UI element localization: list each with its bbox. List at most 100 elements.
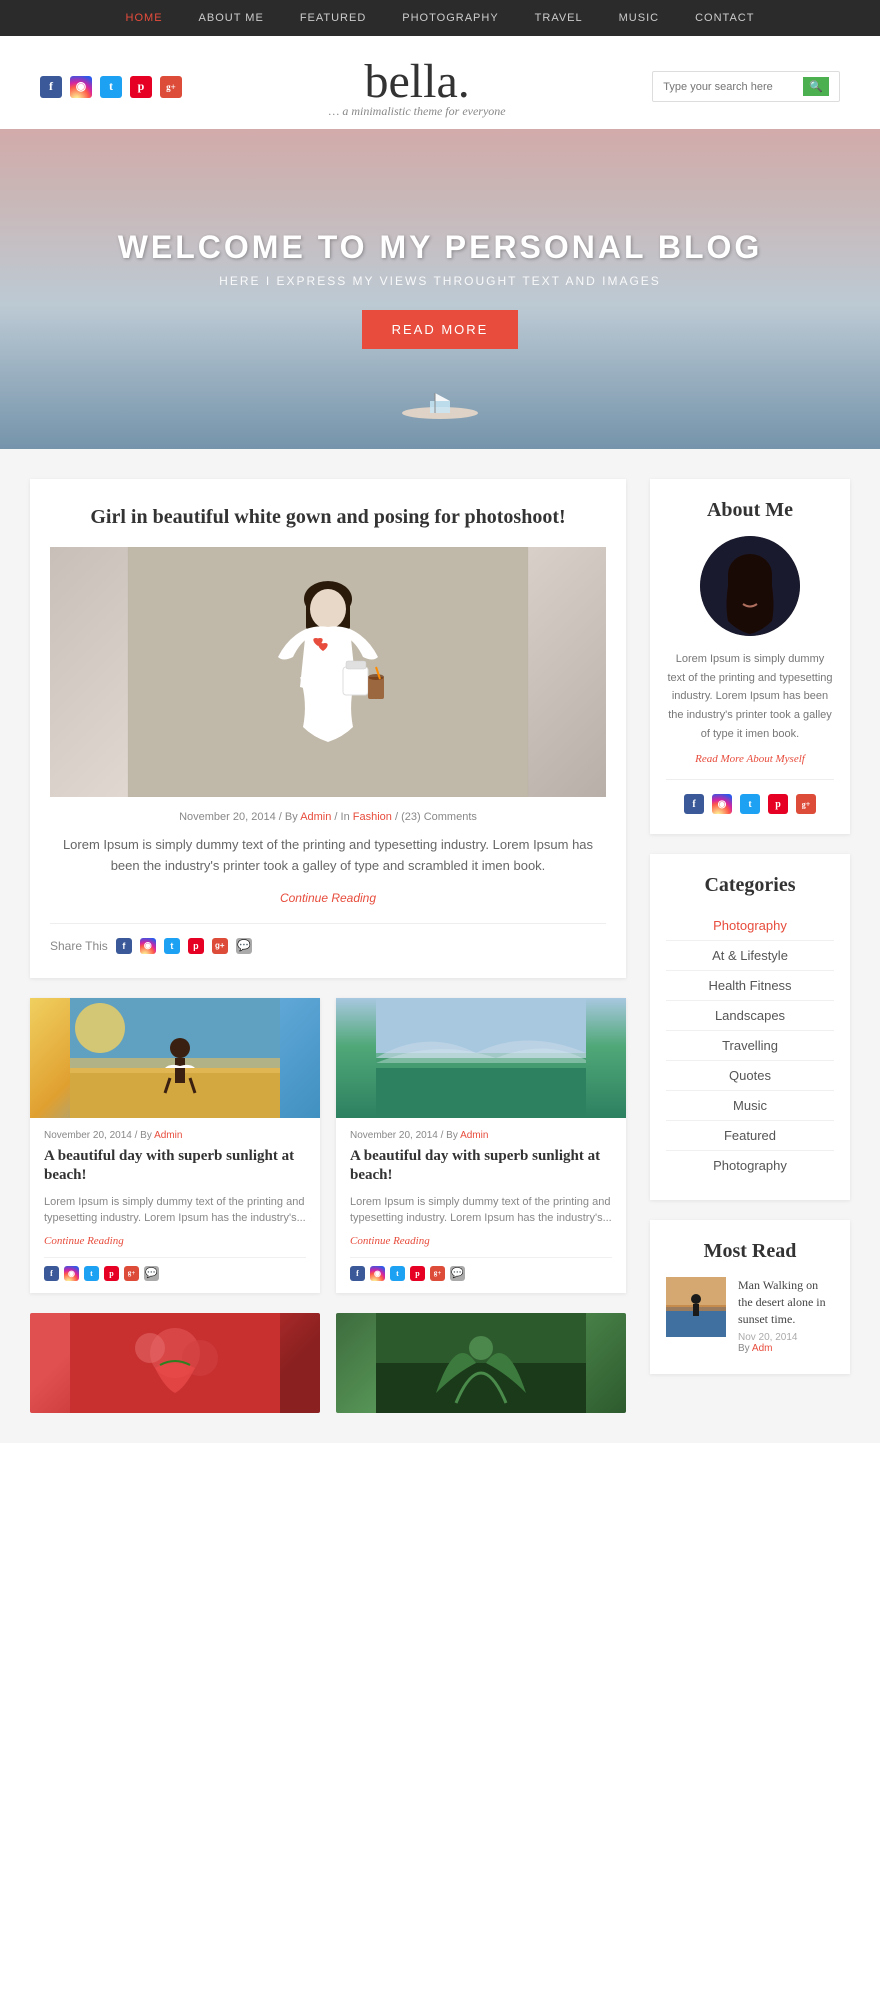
sc1-tw-icon[interactable]: t: [84, 1266, 99, 1281]
search-button[interactable]: 🔍: [803, 77, 829, 96]
nav-travel[interactable]: TRAVEL: [517, 12, 601, 24]
sidebar-social-icons: f ◉ t p g+: [666, 779, 834, 814]
category-item-photography[interactable]: Photography: [666, 911, 834, 941]
logo-area: bella. … a minimalistic theme for everyo…: [182, 54, 652, 119]
article-image: [50, 547, 606, 797]
small-card-share-1: f ◉ t p g+ 💬: [44, 1257, 306, 1281]
instagram-icon[interactable]: ◉: [70, 76, 92, 98]
share-bar: Share This f ◉ t p g+ 💬: [50, 923, 606, 954]
small-article-card-1: November 20, 2014 / By Admin A beautiful…: [30, 998, 320, 1293]
featured-article-card: Girl in beautiful white gown and posing …: [30, 479, 626, 978]
sc2-ig-icon[interactable]: ◉: [370, 1266, 385, 1281]
category-item-landscapes[interactable]: Landscapes: [666, 1001, 834, 1031]
nav-contact[interactable]: CONTACT: [677, 12, 772, 24]
hero-boat-illustration: [400, 391, 480, 419]
category-item-health-fitness[interactable]: Health Fitness: [666, 971, 834, 1001]
most-read-by-1: By Adm: [738, 1343, 834, 1354]
share-twitter-icon[interactable]: t: [164, 938, 180, 954]
nav-music[interactable]: MUSIC: [601, 12, 677, 24]
sc1-ig-icon[interactable]: ◉: [64, 1266, 79, 1281]
small-card-share-2: f ◉ t p g+ 💬: [350, 1257, 612, 1281]
sc2-fb-icon[interactable]: f: [350, 1266, 365, 1281]
sc2-tw-icon[interactable]: t: [390, 1266, 405, 1281]
sc1-chat-icon[interactable]: 💬: [144, 1266, 159, 1281]
header-social-icons: f ◉ t p g+: [40, 76, 182, 98]
sc2-gp-icon[interactable]: g+: [430, 1266, 445, 1281]
nav-about[interactable]: ABOUT ME: [181, 12, 282, 24]
category-item-featured[interactable]: Featured: [666, 1121, 834, 1151]
site-tagline: … a minimalistic theme for everyone: [182, 104, 652, 119]
nav-home[interactable]: HOME: [108, 12, 181, 24]
bottom-thumbnail-2[interactable]: [336, 1313, 626, 1413]
most-read-author-link-1[interactable]: Adm: [752, 1343, 773, 1354]
share-facebook-icon[interactable]: f: [116, 938, 132, 954]
most-read-info-1: Man Walking on the desert alone in sunse…: [738, 1277, 834, 1353]
small-article-image-1: [30, 998, 320, 1118]
sidebar-ig-icon[interactable]: ◉: [712, 794, 732, 814]
bottom-thumbnail-1[interactable]: [30, 1313, 320, 1413]
continue-reading-link[interactable]: Continue Reading: [50, 891, 606, 905]
most-read-box: Most Read Man Walking on the desert alon…: [650, 1220, 850, 1373]
hero-read-more-button[interactable]: READ MORE: [362, 310, 519, 349]
sc2-pi-icon[interactable]: p: [410, 1266, 425, 1281]
search-input[interactable]: [663, 81, 803, 93]
sidebar-fb-icon[interactable]: f: [684, 794, 704, 814]
site-logo[interactable]: bella.: [182, 54, 652, 109]
small-card-continue-1[interactable]: Continue Reading: [44, 1235, 306, 1247]
category-item-music[interactable]: Music: [666, 1091, 834, 1121]
site-header: f ◉ t p g+ bella. … a minimalistic theme…: [0, 36, 880, 129]
categories-list: Photography At & Lifestyle Health Fitnes…: [666, 911, 834, 1180]
article-category-link[interactable]: Fashion: [353, 811, 392, 823]
category-item-art-lifestyle[interactable]: At & Lifestyle: [666, 941, 834, 971]
right-sidebar: About Me Lorem Ipsum is simply: [650, 479, 850, 1413]
sidebar-tw-icon[interactable]: t: [740, 794, 760, 814]
hero-title: WELCOME TO MY PERSONAL BLOG: [118, 229, 763, 266]
sc1-pi-icon[interactable]: p: [104, 1266, 119, 1281]
about-read-more-link[interactable]: Read More About Myself: [666, 753, 834, 765]
about-me-title: About Me: [666, 499, 834, 522]
search-box: 🔍: [652, 71, 840, 102]
twitter-icon[interactable]: t: [100, 76, 122, 98]
pinterest-icon[interactable]: p: [130, 76, 152, 98]
small-card-meta-2: November 20, 2014 / By Admin: [350, 1130, 612, 1141]
small-card-excerpt-1: Lorem Ipsum is simply dummy text of the …: [44, 1194, 306, 1227]
category-item-travelling[interactable]: Travelling: [666, 1031, 834, 1061]
article-excerpt: Lorem Ipsum is simply dummy text of the …: [50, 835, 606, 877]
category-item-quotes[interactable]: Quotes: [666, 1061, 834, 1091]
small-card-excerpt-2: Lorem Ipsum is simply dummy text of the …: [350, 1194, 612, 1227]
facebook-icon[interactable]: f: [40, 76, 62, 98]
small-article-image-2: [336, 998, 626, 1118]
categories-box: Categories Photography At & Lifestyle He…: [650, 854, 850, 1200]
most-read-image-1: [666, 1277, 726, 1337]
sidebar-pi-icon[interactable]: p: [768, 794, 788, 814]
share-googleplus-icon[interactable]: g+: [212, 938, 228, 954]
sidebar-gp-icon[interactable]: g+: [796, 794, 816, 814]
hero-section: WELCOME TO MY PERSONAL BLOG HERE I EXPRE…: [0, 129, 880, 449]
most-read-date-1: Nov 20, 2014: [738, 1332, 834, 1343]
about-avatar: [700, 536, 800, 636]
small-card-continue-2[interactable]: Continue Reading: [350, 1235, 612, 1247]
most-read-title: Most Read: [666, 1240, 834, 1263]
category-item-photography2[interactable]: Photography: [666, 1151, 834, 1180]
small-card-title-1: A beautiful day with superb sunlight at …: [44, 1147, 306, 1186]
nav-photography[interactable]: PHOTOGRAPHY: [384, 12, 516, 24]
small-card-meta-1: November 20, 2014 / By Admin: [44, 1130, 306, 1141]
small-card-body-2: November 20, 2014 / By Admin A beautiful…: [336, 1118, 626, 1293]
share-pinterest-icon[interactable]: p: [188, 938, 204, 954]
small-card-author-1[interactable]: Admin: [154, 1130, 182, 1141]
category-link-photography[interactable]: Photography: [713, 918, 787, 933]
most-read-item-1: Man Walking on the desert alone in sunse…: [666, 1277, 834, 1353]
nav-featured[interactable]: FEATURED: [282, 12, 384, 24]
sc2-chat-icon[interactable]: 💬: [450, 1266, 465, 1281]
article-title: Girl in beautiful white gown and posing …: [50, 503, 606, 531]
share-instagram-icon[interactable]: ◉: [140, 938, 156, 954]
sc1-gp-icon[interactable]: g+: [124, 1266, 139, 1281]
top-nav: HOME ABOUT ME FEATURED PHOTOGRAPHY TRAVE…: [0, 0, 880, 36]
share-chat-icon[interactable]: 💬: [236, 938, 252, 954]
sc1-fb-icon[interactable]: f: [44, 1266, 59, 1281]
small-card-author-2[interactable]: Admin: [460, 1130, 488, 1141]
googleplus-icon[interactable]: g+: [160, 76, 182, 98]
categories-title: Categories: [666, 874, 834, 897]
article-author-link[interactable]: Admin: [300, 811, 331, 823]
small-card-body-1: November 20, 2014 / By Admin A beautiful…: [30, 1118, 320, 1293]
